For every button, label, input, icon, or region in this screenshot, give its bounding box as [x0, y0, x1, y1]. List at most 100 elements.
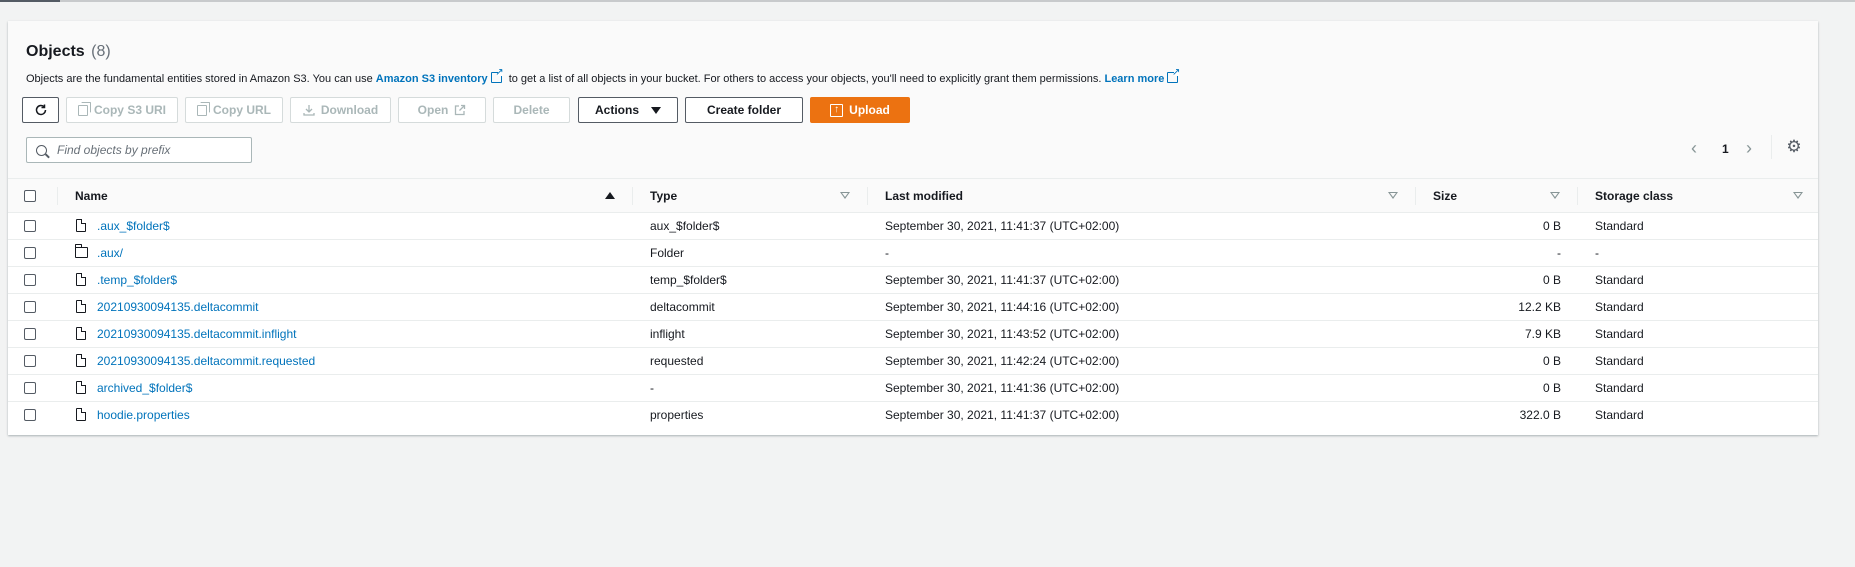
delete-button[interactable]: Delete: [493, 97, 570, 123]
column-divider: [1577, 187, 1578, 205]
search-input[interactable]: [57, 143, 247, 157]
object-last-modified: September 30, 2021, 11:42:24 (UTC+02:00): [885, 354, 1120, 368]
column-header-name[interactable]: Name: [75, 189, 108, 203]
search-icon: [36, 144, 47, 156]
object-size: 0 B: [1542, 354, 1561, 368]
table-row: .aux/ Folder - - -: [8, 240, 1818, 267]
actions-dropdown[interactable]: Actions: [578, 97, 678, 123]
object-size: 0 B: [1542, 273, 1561, 287]
copy-url-label: Copy URL: [213, 103, 271, 117]
object-size: 322.0 B: [1519, 408, 1561, 422]
object-last-modified: September 30, 2021, 11:41:37 (UTC+02:00): [885, 219, 1120, 233]
active-tab-indicator: [0, 0, 60, 2]
object-last-modified: September 30, 2021, 11:41:37 (UTC+02:00): [885, 273, 1120, 287]
object-size: -: [1557, 246, 1561, 260]
object-name-link[interactable]: .aux_$folder$: [97, 219, 170, 233]
learn-more-link[interactable]: Learn more: [1104, 73, 1164, 85]
sort-icon[interactable]: [1793, 192, 1803, 199]
object-storage-class: Standard: [1595, 327, 1644, 341]
title-text: Objects: [26, 43, 85, 60]
object-last-modified: September 30, 2021, 11:44:16 (UTC+02:00): [885, 300, 1120, 314]
upload-label: Upload: [849, 103, 890, 117]
table-row: .temp_$folder$ temp_$folder$ September 3…: [8, 267, 1818, 294]
desc-text-1: Objects are the fundamental entities sto…: [26, 73, 376, 85]
actions-label: Actions: [594, 103, 639, 117]
table-row: .aux_$folder$ aux_$folder$ September 30,…: [8, 213, 1818, 240]
refresh-icon: [35, 104, 46, 116]
table-header: Name Type Last modified Size Storage cla…: [8, 179, 1818, 213]
copy-icon: [197, 101, 210, 116]
row-checkbox[interactable]: [24, 274, 36, 286]
object-name-link[interactable]: .temp_$folder$: [97, 273, 177, 287]
refresh-button[interactable]: [22, 97, 59, 123]
table-row: archived_$folder$ - September 30, 2021, …: [8, 375, 1818, 402]
select-all-checkbox[interactable]: [24, 190, 36, 202]
object-storage-class: -: [1595, 246, 1599, 260]
chevron-right-icon[interactable]: ›: [1746, 139, 1752, 157]
column-header-type[interactable]: Type: [650, 189, 677, 203]
top-tab-strip: [0, 0, 1855, 2]
sort-icon[interactable]: [840, 192, 850, 199]
column-divider: [632, 187, 633, 205]
objects-header: Objects (8) Objects are the fundamental …: [8, 21, 1818, 179]
object-name-link[interactable]: 20210930094135.deltacommit.inflight: [97, 327, 296, 341]
object-name-link[interactable]: hoodie.properties: [97, 408, 190, 422]
row-checkbox[interactable]: [24, 301, 36, 313]
download-icon: [303, 105, 315, 116]
create-folder-button[interactable]: Create folder: [685, 97, 803, 123]
search-field[interactable]: [26, 137, 252, 163]
object-count: (8): [91, 43, 111, 60]
delete-label: Delete: [513, 103, 550, 117]
column-header-size[interactable]: Size: [1433, 189, 1457, 203]
objects-panel: Objects (8) Objects are the fundamental …: [8, 21, 1818, 435]
sort-icon[interactable]: [1550, 192, 1560, 199]
file-icon: [76, 408, 86, 421]
sort-ascending-icon[interactable]: [605, 192, 615, 199]
copy-s3-uri-label: Copy S3 URI: [93, 103, 166, 117]
row-checkbox[interactable]: [24, 355, 36, 367]
row-checkbox[interactable]: [24, 220, 36, 232]
open-button[interactable]: Open: [398, 97, 486, 123]
object-storage-class: Standard: [1595, 219, 1644, 233]
row-checkbox[interactable]: [24, 247, 36, 259]
row-checkbox[interactable]: [24, 409, 36, 421]
create-folder-label: Create folder: [706, 103, 782, 117]
column-header-storage-class[interactable]: Storage class: [1595, 189, 1673, 203]
object-size: 12.2 KB: [1518, 300, 1561, 314]
sort-icon[interactable]: [1388, 192, 1398, 199]
object-name-link[interactable]: 20210930094135.deltacommit.requested: [97, 354, 315, 368]
objects-description: Objects are the fundamental entities sto…: [26, 67, 1182, 85]
object-size: 7.9 KB: [1524, 327, 1561, 341]
file-icon: [76, 381, 86, 394]
column-header-last-modified[interactable]: Last modified: [885, 189, 963, 203]
s3-inventory-link[interactable]: Amazon S3 inventory: [376, 73, 488, 85]
object-last-modified: -: [885, 246, 889, 260]
object-name-link[interactable]: .aux/: [97, 246, 123, 260]
chevron-left-icon[interactable]: ‹: [1691, 139, 1697, 157]
object-storage-class: Standard: [1595, 273, 1644, 287]
table-row: hoodie.properties properties September 3…: [8, 402, 1818, 429]
copy-s3-uri-button[interactable]: Copy S3 URI: [66, 97, 178, 123]
table-row: 20210930094135.deltacommit deltacommit S…: [8, 294, 1818, 321]
column-divider: [867, 187, 868, 205]
object-storage-class: Standard: [1595, 381, 1644, 395]
object-name-link[interactable]: archived_$folder$: [97, 381, 192, 395]
column-divider: [1415, 187, 1416, 205]
row-checkbox[interactable]: [24, 382, 36, 394]
file-icon: [76, 300, 86, 313]
copy-url-button[interactable]: Copy URL: [185, 97, 283, 123]
object-last-modified: September 30, 2021, 11:41:36 (UTC+02:00): [885, 381, 1120, 395]
object-type: deltacommit: [650, 300, 715, 314]
object-storage-class: Standard: [1595, 300, 1644, 314]
gear-icon[interactable]: ⚙: [1785, 138, 1803, 156]
page-number[interactable]: 1: [1722, 142, 1729, 156]
download-button[interactable]: Download: [290, 97, 391, 123]
object-size: 0 B: [1542, 219, 1561, 233]
column-divider: [57, 187, 58, 205]
table-row: 20210930094135.deltacommit.requested req…: [8, 348, 1818, 375]
open-label: Open: [417, 103, 449, 117]
object-name-link[interactable]: 20210930094135.deltacommit: [97, 300, 258, 314]
file-icon: [76, 273, 86, 286]
row-checkbox[interactable]: [24, 328, 36, 340]
upload-button[interactable]: ↑ Upload: [810, 97, 910, 123]
